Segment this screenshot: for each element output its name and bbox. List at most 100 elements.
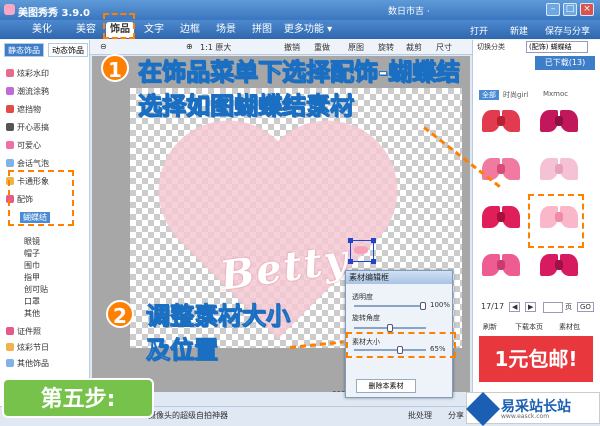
left-panel-tabs: 静态饰品 动态饰品: [4, 43, 88, 57]
resize-handle[interactable]: [371, 259, 376, 264]
highlight-decor-tab: [103, 13, 135, 39]
opacity-knob[interactable]: [420, 302, 426, 310]
news-ticker[interactable]: 数日市吉 ·: [388, 4, 430, 17]
bow-material-thumbnail[interactable]: [539, 250, 579, 282]
page-unit: 页: [565, 303, 572, 311]
category-item[interactable]: 炫彩水印: [6, 68, 49, 79]
bow-shape: [555, 116, 563, 126]
bow-material-thumbnail[interactable]: [539, 154, 579, 186]
category-label: 开心恶搞: [17, 123, 49, 132]
go-button[interactable]: GO: [577, 302, 594, 312]
tab-scenes[interactable]: 场景: [212, 22, 240, 38]
page-input[interactable]: [543, 302, 563, 313]
sub-category-item[interactable]: 其他: [24, 308, 40, 319]
instruction-line-4: 及位置: [146, 336, 219, 365]
zoom-in-icon[interactable]: ⊕: [186, 42, 193, 51]
download-page-button[interactable]: 下载本页: [515, 322, 543, 332]
prev-page-icon[interactable]: ◀: [509, 302, 521, 312]
category-icon: [6, 359, 14, 367]
bow-material-thumbnail[interactable]: [481, 202, 521, 234]
filter-mxmoc[interactable]: Mxmoc: [543, 90, 568, 98]
sub-category-item[interactable]: 帽子: [24, 248, 40, 259]
rotate-slider[interactable]: [354, 324, 426, 332]
tab-frames[interactable]: 边框: [176, 22, 204, 38]
category-label: 证件照: [17, 327, 41, 336]
next-page-icon[interactable]: ▶: [525, 302, 537, 312]
sub-category-item[interactable]: 指甲: [24, 272, 40, 283]
close-icon[interactable]: ×: [580, 3, 594, 16]
batch-button[interactable]: 批处理: [408, 410, 432, 421]
instruction-line-3: 调整素材大小: [146, 302, 291, 331]
category-icon: [6, 69, 14, 77]
tab-beautify[interactable]: 美化: [28, 22, 56, 38]
rotate-knob[interactable]: [387, 324, 393, 332]
size-readout: 600: [332, 390, 345, 392]
step-label: 第五步:: [2, 378, 154, 418]
selection-box[interactable]: [348, 238, 376, 264]
category-item[interactable]: 遮挡物: [6, 104, 41, 115]
filter-all[interactable]: 全部: [479, 90, 499, 100]
category-icon: [6, 105, 14, 113]
category-item[interactable]: 潮流涂鸦: [6, 86, 49, 97]
page-indicator: 17/17: [481, 302, 505, 311]
category-label: 会话气泡: [17, 159, 49, 168]
bow-material-thumbnail[interactable]: [539, 106, 579, 138]
maximize-icon[interactable]: □: [563, 3, 577, 16]
bow-shape: [497, 212, 505, 222]
bow-shape: [497, 260, 505, 270]
open-button[interactable]: 打开: [470, 24, 488, 37]
sub-category-item[interactable]: 口罩: [24, 296, 40, 307]
delete-material-button[interactable]: 删除本素材: [356, 379, 416, 393]
category-label: 可爱心: [17, 141, 41, 150]
resize-handle[interactable]: [348, 259, 353, 264]
category-item[interactable]: 开心恶搞: [6, 122, 49, 133]
highlight-size-slider: [346, 332, 456, 358]
category-item[interactable]: 可爱心: [6, 140, 41, 151]
tab-collage[interactable]: 拼图: [248, 22, 276, 38]
category-label: 切换分类: [477, 43, 505, 51]
resize-handle[interactable]: [371, 238, 376, 243]
category-item[interactable]: 炫彩节日: [6, 342, 49, 353]
opacity-slider[interactable]: [354, 302, 426, 310]
category-item[interactable]: 证件照: [6, 326, 41, 337]
category-label: 潮流涂鸦: [17, 87, 49, 96]
sub-category-item[interactable]: 眼镜: [24, 236, 40, 247]
bow-material-thumbnail[interactable]: [481, 250, 521, 282]
bow-shape: [555, 164, 563, 174]
category-icon: [6, 327, 14, 335]
share-button[interactable]: 分享: [448, 410, 464, 421]
resize-handle[interactable]: [348, 238, 353, 243]
bow-material-thumbnail[interactable]: [481, 106, 521, 138]
tab-dynamic-decor[interactable]: 动态饰品: [48, 43, 88, 57]
status-hint[interactable]: 摄像头的超级自拍神器: [148, 410, 228, 421]
category-icon: [6, 87, 14, 95]
category-select[interactable]: (配饰) 蝴蝶结: [526, 41, 588, 53]
save-share-button[interactable]: 保存与分享: [545, 24, 590, 37]
tab-more[interactable]: 更多功能 ▾: [282, 22, 334, 38]
category-label: 炫彩水印: [17, 69, 49, 78]
window-title: 美图秀秀 3.9.0: [18, 8, 90, 19]
category-icon: [6, 343, 14, 351]
app-icon: [4, 4, 15, 15]
material-pack-button[interactable]: 素材包: [559, 322, 580, 332]
main-menu: 美化 美容 饰品 文字 边框 场景 拼图 更多功能 ▾ 打开 新建 保存与分享: [0, 20, 600, 39]
bow-shape: [555, 260, 563, 270]
minimize-icon[interactable]: –: [546, 3, 560, 16]
zoom-out-icon[interactable]: ⊖: [100, 42, 107, 51]
sub-category-item[interactable]: 创可贴: [24, 284, 48, 295]
tab-static-decor[interactable]: 静态饰品: [4, 43, 44, 57]
promo-banner[interactable]: 1元包邮!: [479, 336, 593, 382]
filter-fashion-girl[interactable]: 时尚girl: [503, 90, 528, 100]
bow-material-thumbnail[interactable]: [481, 154, 521, 186]
new-button[interactable]: 新建: [510, 24, 528, 37]
category-label: 炫彩节日: [17, 343, 49, 352]
refresh-button[interactable]: 刷新: [483, 322, 497, 332]
tab-cosmetic[interactable]: 美容: [72, 22, 100, 38]
step-number-2: 2: [106, 300, 134, 328]
tab-text[interactable]: 文字: [140, 22, 168, 38]
sub-category-item[interactable]: 围巾: [24, 260, 40, 271]
category-item[interactable]: 其他饰品: [6, 358, 49, 369]
downloaded-button[interactable]: 已下载(13): [535, 56, 595, 70]
category-label: 其他饰品: [17, 359, 49, 368]
category-item[interactable]: 会话气泡: [6, 158, 49, 169]
